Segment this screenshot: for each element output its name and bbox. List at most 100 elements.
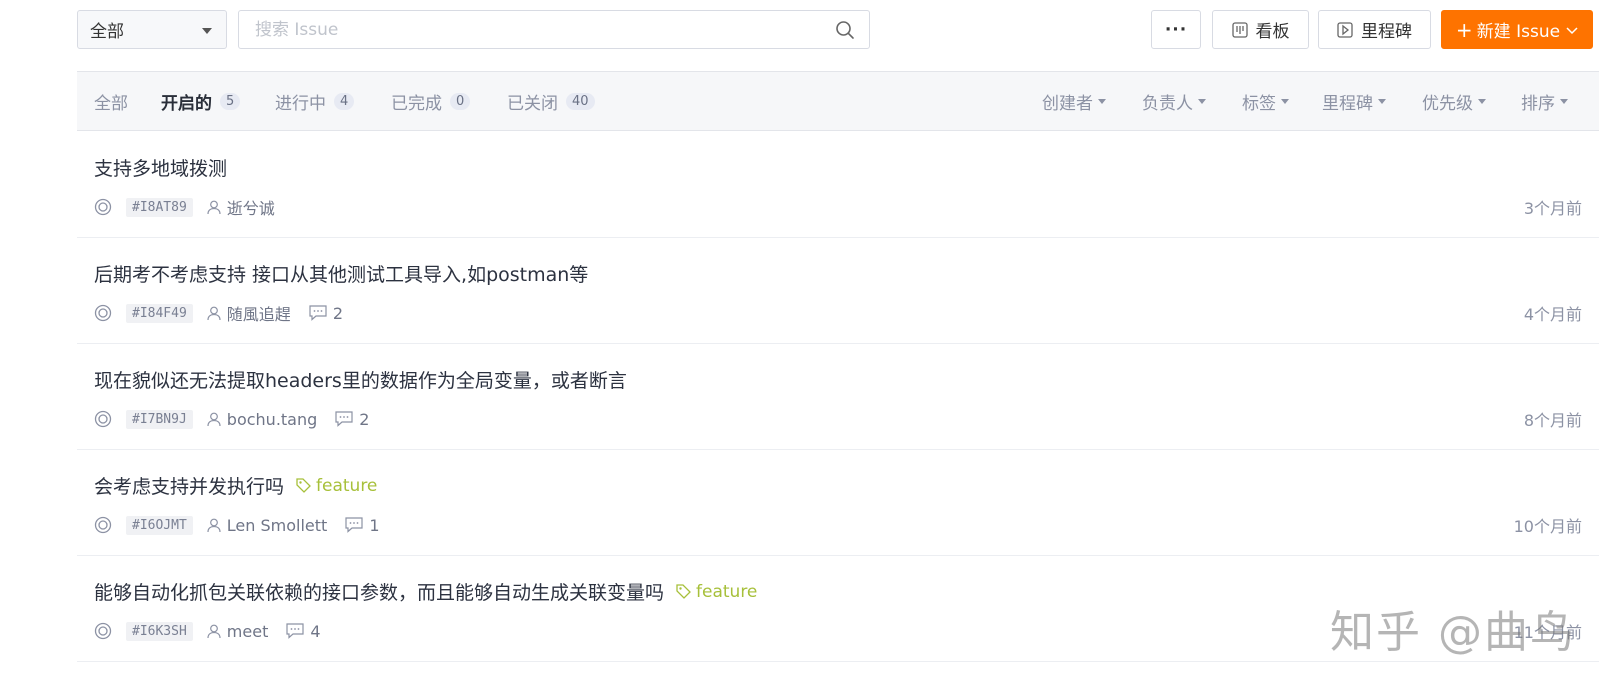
issue-title-text: 能够自动化抓包关联依赖的接口参数，而且能够自动生成关联变量吗 [94, 582, 665, 604]
open-status-icon [94, 622, 112, 640]
issue-title-text: 支持多地域拨测 [94, 158, 228, 180]
comment-count: 4 [310, 621, 321, 641]
search-icon[interactable] [835, 20, 855, 40]
author-name: meet [226, 621, 269, 641]
issue-author[interactable]: bochu.tang [207, 410, 317, 429]
issue-author[interactable]: meet [207, 621, 269, 641]
user-icon [207, 200, 221, 214]
tab-completed[interactable]: 已完成 0 [391, 72, 471, 130]
label-text: feature [316, 475, 378, 496]
user-icon [207, 624, 221, 638]
issue-comments[interactable]: 2 [335, 410, 369, 429]
tab-in-progress[interactable]: 进行中 4 [275, 72, 355, 130]
search-box [238, 10, 870, 49]
issue-label[interactable]: feature [676, 582, 757, 602]
filter-assignee-dropdown[interactable]: 负责人 [1142, 72, 1206, 130]
chevron-down-icon [1566, 20, 1578, 40]
tab-open[interactable]: 开启的 5 [161, 72, 241, 130]
comment-count: 2 [332, 303, 343, 323]
issue-author[interactable]: Len Smollett [207, 516, 327, 535]
issue-title[interactable]: 后期考不考虑支持 接口从其他测试工具导入,如postman等 [94, 260, 588, 287]
issue-id[interactable]: #I8AT89 [126, 197, 193, 217]
filter-milestone-dropdown[interactable]: 里程碑 [1322, 72, 1386, 130]
author-name: 逝兮诚 [226, 199, 275, 218]
filter-priority-dropdown[interactable]: 优先级 [1422, 72, 1486, 130]
issue-title[interactable]: 会考虑支持并发执行吗 feature [94, 472, 377, 499]
issue-row[interactable]: 现在貌似还无法提取headers里的数据作为全局变量，或者断言 #I7BN9J … [77, 344, 1599, 450]
issue-comments[interactable]: 2 [309, 304, 343, 323]
issue-title[interactable]: 现在貌似还无法提取headers里的数据作为全局变量，或者断言 [94, 366, 627, 393]
dropdown-label: 负责人 [1142, 93, 1193, 114]
comment-icon [345, 517, 363, 533]
scope-select-value: 全部 [90, 22, 124, 42]
milestone-button-label: 里程碑 [1361, 22, 1412, 42]
issue-title-text: 现在貌似还无法提取headers里的数据作为全局变量，或者断言 [94, 370, 627, 392]
watermark: 知乎 @曲鸟 [1330, 607, 1576, 658]
author-name: bochu.tang [226, 409, 318, 429]
board-icon [1231, 21, 1248, 38]
issue-meta: #I6K3SH meet 4 [94, 618, 321, 644]
milestone-button[interactable]: 里程碑 [1318, 10, 1431, 49]
caret-down-icon [202, 28, 212, 34]
issue-meta: #I8AT89 逝兮诚 [94, 194, 293, 220]
comment-icon [335, 411, 353, 427]
more-button[interactable]: ··· [1151, 10, 1201, 49]
comment-icon [309, 305, 327, 321]
tab-all[interactable]: 全部 [94, 72, 128, 130]
issue-author[interactable]: 随風追趕 [207, 301, 291, 325]
tab-count-badge: 40 [566, 92, 595, 110]
search-input[interactable] [239, 11, 799, 48]
issue-comments[interactable]: 4 [286, 621, 321, 641]
more-icon: ··· [1164, 19, 1188, 40]
tab-count-badge: 5 [220, 92, 241, 110]
caret-down-icon [1098, 98, 1106, 104]
issue-comments[interactable]: 1 [345, 515, 380, 535]
tab-count-badge: 4 [334, 92, 355, 110]
issue-id[interactable]: #I7BN9J [126, 409, 193, 429]
issue-title[interactable]: 支持多地域拨测 [94, 154, 227, 181]
tab-label: 已关闭 [507, 93, 558, 114]
milestone-icon [1337, 21, 1353, 38]
issue-meta: #I84F49 随風追趕 2 [94, 300, 343, 326]
tab-label: 开启的 [161, 93, 212, 114]
issue-row[interactable]: 会考虑支持并发执行吗 feature #I6OJMT Len Smollett … [77, 450, 1599, 556]
caret-down-icon [1478, 98, 1486, 104]
issue-id[interactable]: #I6K3SH [126, 621, 193, 641]
issue-label[interactable]: feature [296, 476, 377, 496]
board-button[interactable]: 看板 [1212, 10, 1309, 49]
issue-row[interactable]: 支持多地域拨测 #I8AT89 逝兮诚 3个月前 [77, 132, 1599, 238]
tab-label: 已完成 [391, 93, 442, 114]
issue-id[interactable]: #I6OJMT [126, 515, 193, 535]
issue-meta: #I7BN9J bochu.tang 2 [94, 406, 369, 432]
author-name: 随風追趕 [226, 305, 291, 324]
filter-creator-dropdown[interactable]: 创建者 [1042, 72, 1106, 130]
issue-time: 8个月前 [1523, 411, 1582, 430]
user-icon [207, 306, 221, 320]
filter-bar: 全部 开启的 5 进行中 4 已完成 0 已关闭 40 创建者 负责人 标签 里… [77, 71, 1599, 131]
issue-title-text: 后期考不考虑支持 接口从其他测试工具导入,如postman等 [94, 264, 589, 286]
sort-dropdown[interactable]: 排序 [1521, 72, 1568, 130]
caret-down-icon [1281, 98, 1289, 104]
dropdown-label: 里程碑 [1322, 93, 1373, 114]
tab-closed[interactable]: 已关闭 40 [507, 72, 595, 130]
scope-select[interactable]: 全部 [77, 10, 227, 49]
open-status-icon [94, 516, 112, 534]
issue-title[interactable]: 能够自动化抓包关联依赖的接口参数，而且能够自动生成关联变量吗 feature [94, 578, 757, 605]
filter-label-dropdown[interactable]: 标签 [1242, 72, 1289, 130]
new-issue-button[interactable]: + 新建 Issue [1441, 10, 1593, 49]
caret-down-icon [1378, 98, 1386, 104]
issue-time: 10个月前 [1513, 517, 1582, 536]
caret-down-icon [1560, 98, 1568, 104]
issue-meta: #I6OJMT Len Smollett 1 [94, 512, 380, 538]
issue-author[interactable]: 逝兮诚 [207, 195, 275, 219]
tag-icon [296, 478, 311, 493]
issue-row[interactable]: 后期考不考虑支持 接口从其他测试工具导入,如postman等 #I84F49 随… [77, 238, 1599, 344]
user-icon [207, 518, 221, 532]
dropdown-label: 标签 [1242, 93, 1276, 114]
open-status-icon [94, 304, 112, 322]
toolbar: 全部 ··· 看板 里程碑 + 新建 Issue [0, 0, 1611, 60]
comment-icon [286, 623, 304, 639]
comment-count: 1 [369, 515, 380, 535]
issue-id[interactable]: #I84F49 [126, 303, 193, 323]
issue-time: 4个月前 [1523, 305, 1582, 324]
